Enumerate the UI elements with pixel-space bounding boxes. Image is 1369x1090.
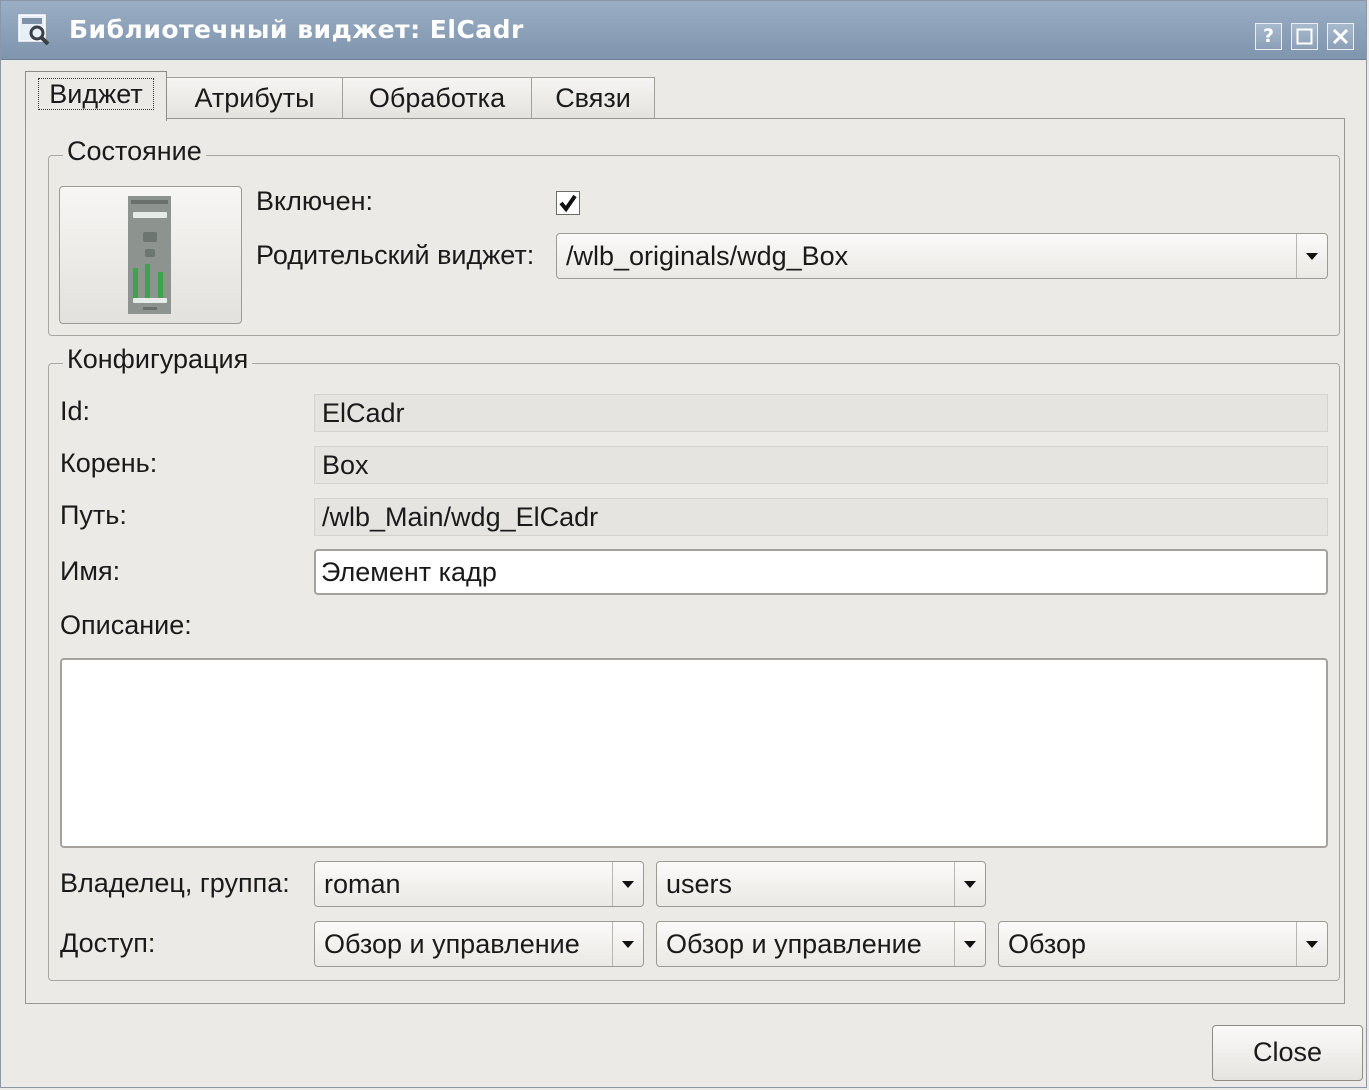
configuration-group-title: Конфигурация xyxy=(63,344,253,375)
maximize-button[interactable] xyxy=(1291,23,1318,50)
owner-group-label: Владелец, группа: xyxy=(60,868,290,898)
chevron-down-icon[interactable] xyxy=(612,922,643,966)
enabled-label: Включен: xyxy=(256,186,374,216)
title-bar[interactable]: Библиотечный виджет: ElCadr ? xyxy=(1,1,1366,60)
root-field[interactable]: Box xyxy=(314,446,1328,484)
path-field[interactable]: /wlb_Main/wdg_ElCadr xyxy=(314,498,1328,536)
access-label: Доступ: xyxy=(60,928,156,958)
chevron-down-icon[interactable] xyxy=(954,862,985,906)
parent-widget-value: /wlb_originals/wdg_Box xyxy=(566,241,849,271)
owner-combo[interactable]: roman xyxy=(314,861,644,907)
parent-widget-label: Родительский виджет: xyxy=(256,240,535,270)
access-other-combo[interactable]: Обзор xyxy=(998,921,1328,967)
help-button[interactable]: ? xyxy=(1255,23,1282,50)
group-value: users xyxy=(666,869,733,899)
window-app-icon xyxy=(18,14,50,46)
maximize-icon xyxy=(1296,28,1313,45)
chevron-down-icon[interactable] xyxy=(1296,234,1327,278)
description-label: Описание: xyxy=(60,610,192,640)
state-group: Состояние Включен: Родительский виджет: … xyxy=(48,136,1340,336)
access-group-value: Обзор и управление xyxy=(666,929,922,959)
widget-preview-button[interactable] xyxy=(59,186,242,324)
chevron-down-icon[interactable] xyxy=(1296,922,1327,966)
group-combo[interactable]: users xyxy=(656,861,986,907)
chevron-down-icon[interactable] xyxy=(612,862,643,906)
path-label: Путь: xyxy=(60,500,127,530)
name-input[interactable]: Элемент кадр xyxy=(314,549,1328,595)
tab-widget[interactable]: Виджет xyxy=(25,71,167,121)
configuration-group: Конфигурация Id: ElCadr Корень: Box Путь… xyxy=(48,344,1340,981)
enabled-checkbox[interactable] xyxy=(556,191,580,215)
tab-panel-widget: Состояние Включен: Родительский виджет: … xyxy=(25,118,1345,1004)
name-label: Имя: xyxy=(60,556,121,586)
state-group-title: Состояние xyxy=(63,136,206,167)
access-other-value: Обзор xyxy=(1008,929,1086,959)
chevron-down-icon[interactable] xyxy=(954,922,985,966)
tab-links[interactable]: Связи xyxy=(531,77,655,119)
checkmark-icon xyxy=(559,194,577,213)
access-owner-value: Обзор и управление xyxy=(324,929,580,959)
root-label: Корень: xyxy=(60,448,158,478)
close-button[interactable]: Close xyxy=(1212,1025,1363,1081)
parent-widget-combo[interactable]: /wlb_originals/wdg_Box xyxy=(556,233,1328,279)
access-owner-combo[interactable]: Обзор и управление xyxy=(314,921,644,967)
owner-value: roman xyxy=(324,869,401,899)
access-group-combo[interactable]: Обзор и управление xyxy=(656,921,986,967)
id-field[interactable]: ElCadr xyxy=(314,394,1328,432)
close-icon xyxy=(1332,28,1349,45)
dialog-window: Библиотечный виджет: ElCadr ? Виджет Атр… xyxy=(0,0,1367,1088)
close-window-button[interactable] xyxy=(1327,23,1354,50)
widget-preview-thumbnail xyxy=(128,196,171,314)
tab-processing[interactable]: Обработка xyxy=(342,77,532,119)
tab-attributes[interactable]: Атрибуты xyxy=(166,77,343,119)
window-title: Библиотечный виджет: ElCadr xyxy=(69,15,524,44)
description-textarea[interactable] xyxy=(60,658,1328,848)
id-label: Id: xyxy=(60,396,91,426)
